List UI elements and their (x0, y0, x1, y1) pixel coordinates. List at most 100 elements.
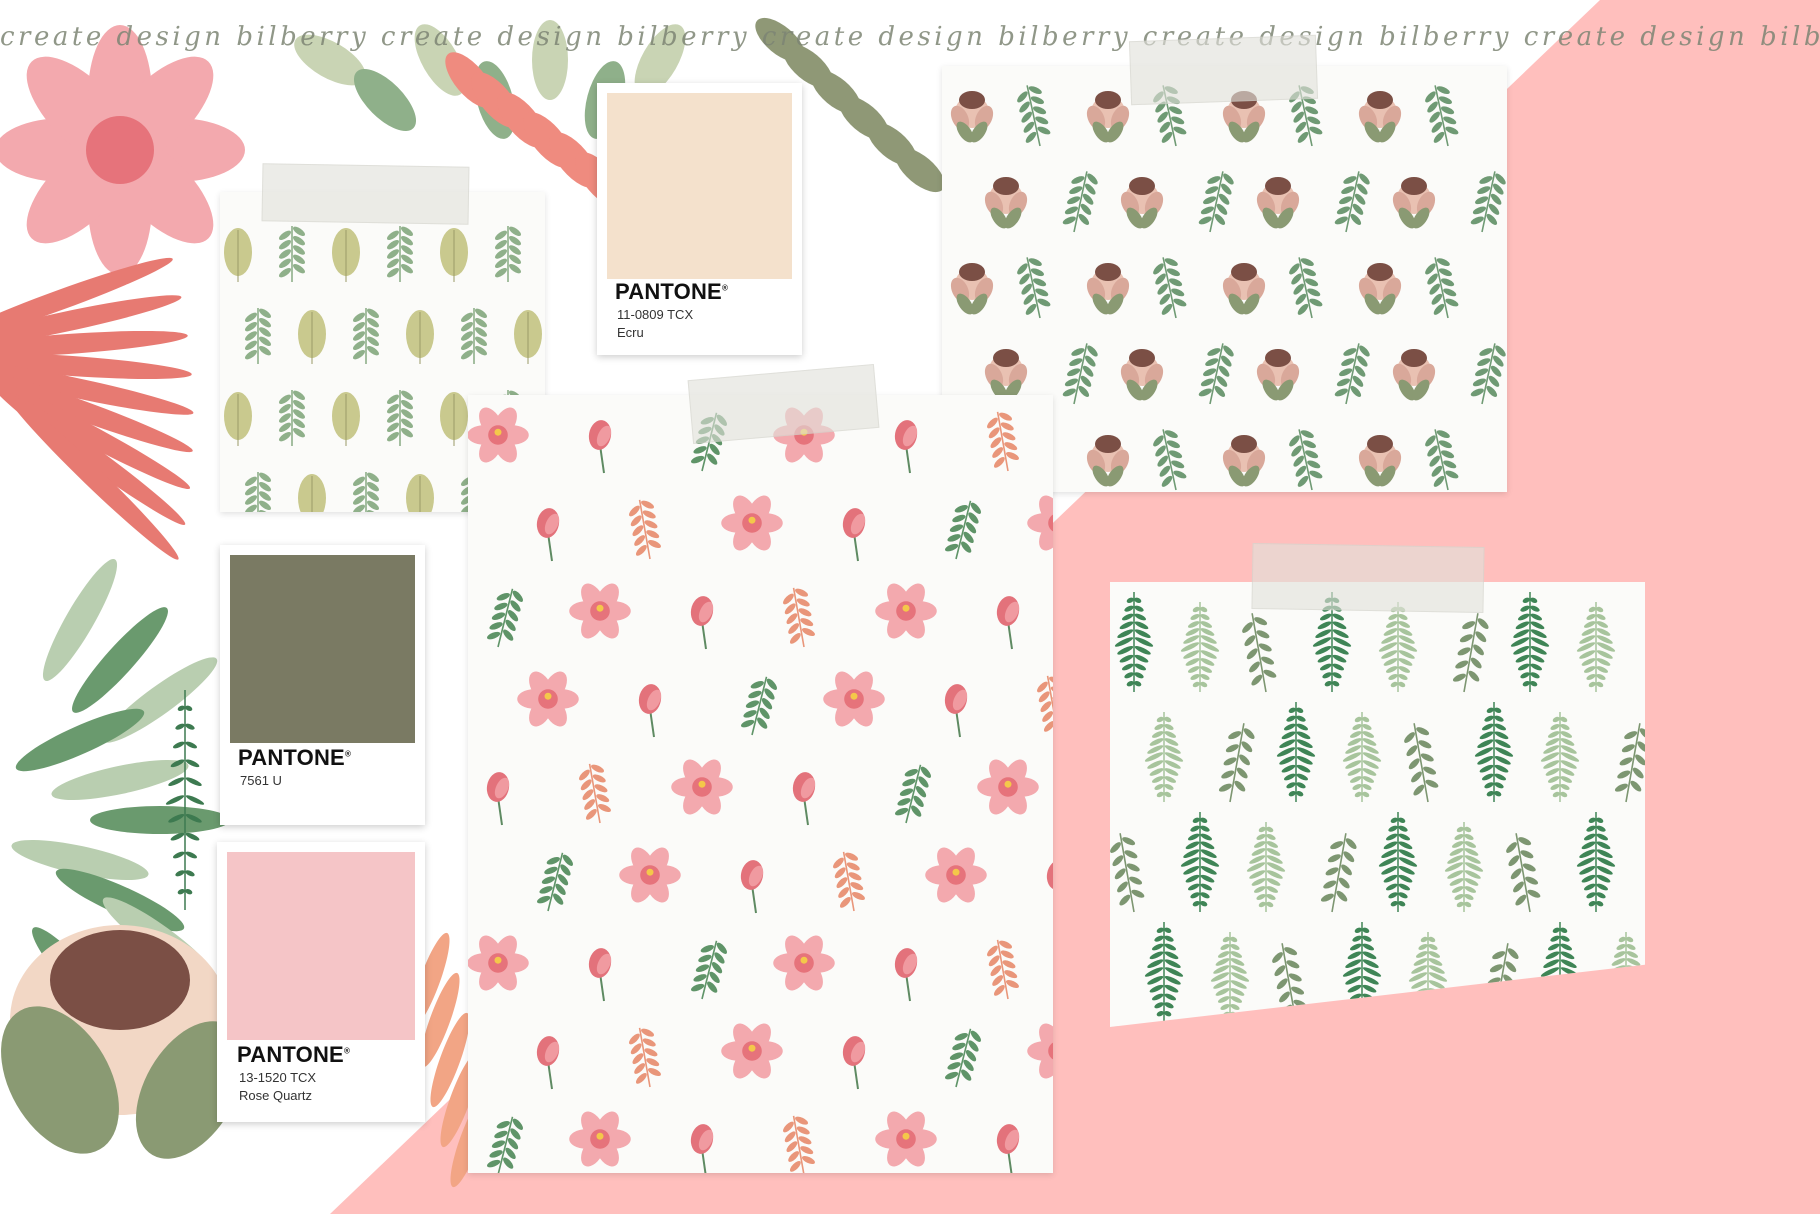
leaf-shape (1173, 126, 1187, 135)
leaf-sprig (1334, 171, 1370, 233)
leaf-sprig (537, 852, 573, 912)
leaf-shape (1004, 970, 1018, 979)
leaf-shape (1596, 841, 1611, 850)
leaf-shape (1362, 783, 1372, 791)
leaf-shape (172, 851, 185, 859)
leaf-shape (693, 974, 707, 982)
leaf-shape (259, 327, 271, 337)
tulip-flower (894, 948, 918, 1002)
protea-flower (1086, 91, 1130, 143)
leaf-shape (1002, 432, 1016, 441)
leaf-shape (750, 681, 764, 689)
leaf-shape (993, 349, 1019, 367)
tulip-flower (740, 860, 764, 914)
leaf-shape (993, 177, 1019, 195)
leaf-shape (353, 476, 365, 487)
leaf-shape (1164, 993, 1177, 1001)
leaf-sprig (1289, 429, 1323, 491)
leaf-shape (495, 239, 507, 250)
leaf-shape (1420, 753, 1434, 762)
magnolia-flower (773, 935, 835, 991)
leaf-shape (1332, 621, 1347, 630)
leaf-shape (1149, 984, 1164, 993)
leaf-shape (1550, 723, 1560, 731)
leaf-sprig (487, 1116, 523, 1173)
leaf-shape (1190, 825, 1200, 832)
leaf-shape (745, 700, 760, 708)
leaf-shape (259, 308, 271, 319)
leaf-shape (1164, 951, 1179, 960)
leaf-shape (999, 412, 1012, 421)
leaf-shape (1164, 943, 1177, 951)
tulip-flower (536, 508, 560, 562)
leaf-shape (367, 308, 379, 319)
leaf-shape (475, 327, 487, 337)
leaf-shape (1203, 368, 1217, 377)
leaf-shape (947, 534, 961, 542)
leaf-shape (895, 807, 909, 816)
leaf-shape (1035, 288, 1049, 297)
leaf-shape (1207, 348, 1221, 356)
leaf-sprig (691, 940, 727, 1000)
leaf-shape (1455, 660, 1469, 669)
leaf-shape (401, 263, 413, 274)
magnolia-flower (875, 1111, 937, 1167)
magnolia-flower (517, 671, 579, 727)
leaf-shape (1200, 833, 1213, 841)
leaf-shape (1037, 126, 1051, 135)
leaf-shape (1286, 960, 1300, 969)
leaf-shape (185, 870, 195, 877)
leaf-sprig (1425, 429, 1459, 491)
leaf-shape (695, 964, 710, 972)
pantone-code: 7561 U (240, 773, 282, 788)
leaf-shape (1494, 782, 1504, 789)
leaf-shape (1000, 422, 1014, 431)
leaf-shape (1586, 825, 1596, 832)
leaf-shape (401, 390, 413, 401)
leaf-shape (1253, 886, 1266, 893)
protea-flower (1222, 263, 1266, 315)
leaf-shape (1005, 451, 1019, 461)
leaf-shape (1028, 258, 1042, 266)
leaf-shape (644, 520, 658, 529)
leaf-shape (1470, 216, 1484, 225)
leaf-shape (1475, 368, 1489, 377)
leaf-shape (1464, 833, 1474, 841)
leaf-shape (1236, 767, 1248, 779)
leaf-shape (1256, 630, 1270, 639)
leaf-shape (796, 598, 810, 607)
protea-flower (1392, 349, 1436, 401)
leaf-shape (1064, 378, 1078, 387)
leaf-shape (1362, 984, 1377, 993)
leaf-shape (544, 866, 558, 875)
leaf-shape (1438, 268, 1452, 277)
leaf-shape (245, 312, 257, 323)
leaf-shape (644, 1048, 658, 1057)
leaf-shape (1095, 91, 1121, 109)
leaf-shape (496, 593, 510, 601)
magnolia-center (86, 116, 154, 184)
leaf-shape (1441, 278, 1455, 287)
leaf-shape (845, 852, 858, 861)
leaf-shape (1002, 960, 1016, 969)
leaf-shape (1494, 773, 1507, 781)
leaf-sprig (1017, 85, 1051, 147)
leaf-shape (1062, 388, 1076, 397)
leaf-shape (1339, 196, 1353, 205)
leaf-shape (1515, 621, 1530, 630)
fern-frond (1144, 922, 1184, 1022)
leaf-shape (1305, 450, 1319, 459)
tulip-flower (690, 596, 714, 650)
magnolia-flower (1027, 495, 1053, 551)
leaf-shape (1596, 673, 1606, 681)
leaf-shape (293, 254, 305, 265)
leaf-shape (646, 1058, 660, 1067)
leaf-shape (293, 263, 305, 274)
leaf-sprig (945, 1028, 981, 1088)
leaf-shape (293, 399, 305, 410)
leaf-shape (1171, 460, 1185, 469)
leaf-shape (952, 514, 966, 523)
leaf-shape (1383, 841, 1398, 850)
leaf-shape (1154, 783, 1164, 791)
leaf-shape (642, 1038, 656, 1047)
